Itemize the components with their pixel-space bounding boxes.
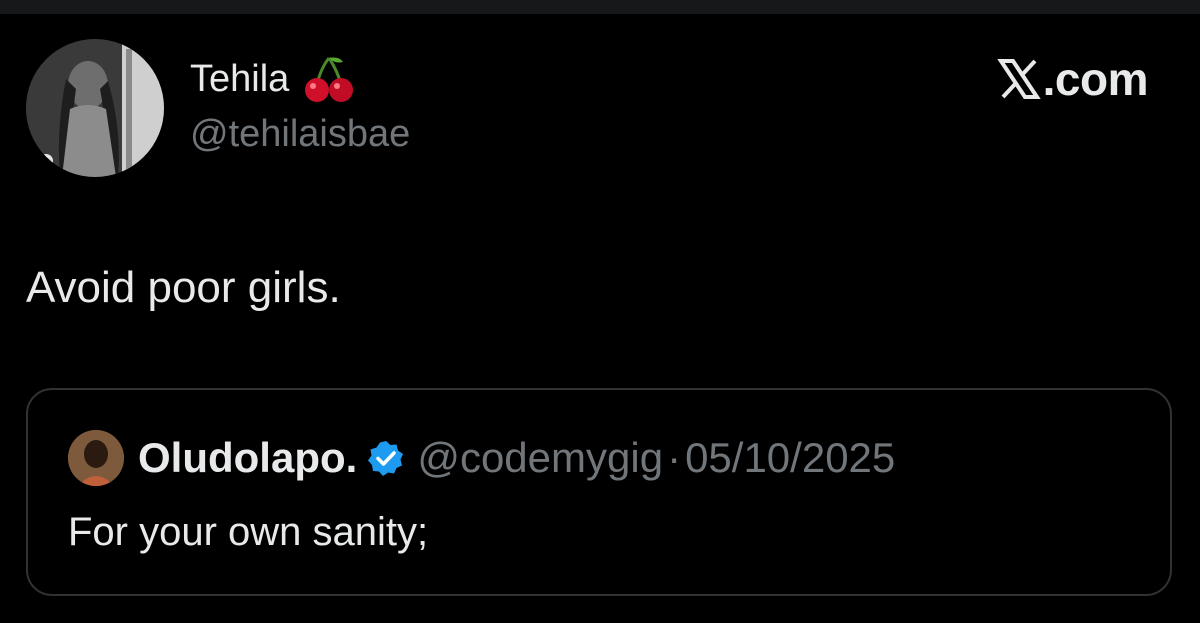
author-avatar[interactable] (26, 39, 164, 177)
x-com-watermark: .com (996, 53, 1149, 105)
author-name-row[interactable]: Tehila (190, 54, 355, 104)
x-com-label: .com (1042, 53, 1149, 105)
quoted-tweet-text: For your own sanity; (68, 510, 429, 554)
verified-badge-icon (367, 439, 405, 477)
cherry-emoji-icon (303, 54, 355, 104)
x-logo-icon (996, 57, 1041, 101)
quoted-author-handle[interactable]: @codemygig (417, 437, 663, 479)
tweet-text: Avoid poor girls. (26, 263, 341, 312)
separator-dot: · (667, 434, 682, 481)
quoted-tweet-header: Oludolapo. @codemygig · 05/10/2025 (68, 430, 895, 486)
quoted-tweet-date[interactable]: 05/10/2025 (685, 437, 895, 479)
quoted-tweet-card[interactable]: Oludolapo. @codemygig · 05/10/2025 For y… (26, 388, 1172, 596)
author-display-name[interactable]: Tehila (190, 60, 289, 98)
quoted-author-avatar[interactable] (68, 430, 124, 486)
author-handle[interactable]: @tehilaisbae (190, 115, 410, 153)
quoted-author-name[interactable]: Oludolapo. (138, 437, 357, 479)
top-edge-bar (0, 0, 1200, 14)
